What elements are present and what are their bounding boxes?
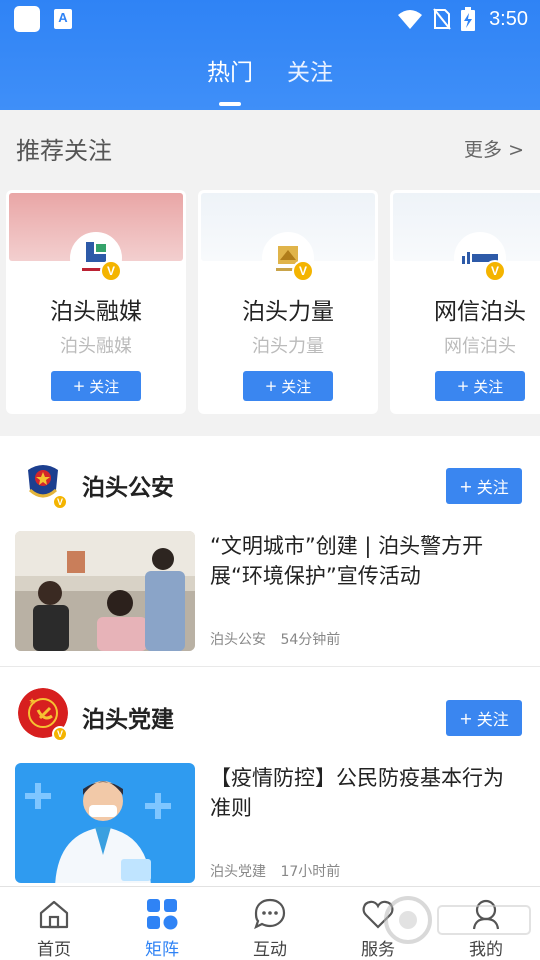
follow-button-label: 关注	[281, 377, 312, 396]
article-title: “文明城市”创建 | 泊头警方开展“环境保护”宣传活动	[210, 534, 484, 588]
article-source: 泊头公安	[210, 632, 266, 648]
verified-badge: V	[52, 726, 68, 742]
article-thumbnail	[15, 531, 195, 651]
card-subtitle: 泊头融媒	[60, 336, 132, 357]
feed: V 泊头公安 + 关注 “文明城市”创建 | 泊头警方开展“环境保护”宣传活动	[0, 436, 540, 886]
plus-icon: +	[459, 708, 473, 728]
more-link[interactable]: 更多 >	[464, 135, 524, 162]
follow-button[interactable]: + 关注	[435, 371, 525, 401]
plus-icon: +	[456, 377, 470, 395]
nav-home-label: 首页	[37, 940, 71, 960]
nav-matrix[interactable]: 矩阵	[108, 887, 216, 960]
grid-icon	[147, 899, 178, 930]
follow-button[interactable]: + 关注	[243, 371, 333, 401]
status-indicators: 3:50	[397, 0, 528, 38]
app-header: A 3:50 热门 关注	[0, 0, 540, 110]
verified-badge: V	[292, 260, 314, 282]
article-title: 【疫情防控】公民防疫基本行为准则	[210, 766, 504, 820]
article-thumbnail	[15, 763, 195, 883]
card-subtitle: 网信泊头	[444, 336, 516, 357]
article-time: 54分钟前	[280, 632, 341, 648]
nav-matrix-label: 矩阵	[145, 940, 179, 960]
account-name[interactable]: 泊头党建	[82, 700, 174, 734]
no-sim-icon	[433, 8, 451, 30]
notification-font-icon: A	[54, 9, 72, 29]
article-item[interactable]: 【疫情防控】公民防疫基本行为准则 泊头党建 17小时前	[0, 763, 540, 887]
card-name: 网信泊头	[434, 299, 526, 325]
card-subtitle: 泊头力量	[252, 336, 324, 357]
follow-button-label: 关注	[476, 478, 509, 497]
plus-icon: +	[72, 377, 86, 395]
nav-interact-label: 互动	[253, 940, 287, 960]
wifi-icon	[398, 10, 423, 29]
battery-charging-icon	[461, 7, 476, 31]
follow-button[interactable]: + 关注	[51, 371, 141, 401]
follow-button-label: 关注	[89, 377, 120, 396]
status-bar: A 3:50	[0, 0, 540, 38]
feed-account-header: V 泊头党建 + 关注	[0, 678, 540, 742]
article-meta: 泊头党建 17小时前	[210, 861, 340, 881]
verified-badge: V	[100, 260, 122, 282]
clock: 3:50	[489, 7, 528, 30]
recommend-card[interactable]: V 泊头力量 泊头力量 + 关注	[198, 190, 378, 414]
article-source: 泊头党建	[210, 864, 266, 880]
follow-button-label: 关注	[473, 377, 504, 396]
follow-button[interactable]: + 关注	[446, 700, 522, 736]
recommend-cards: V 泊头融媒 泊头融媒 + 关注 V 泊头力量 泊头力量 + 关注 V 网信泊头…	[6, 190, 540, 414]
divider	[0, 666, 540, 667]
card-name: 泊头融媒	[50, 299, 142, 325]
verified-badge: V	[484, 260, 506, 282]
article-item[interactable]: “文明城市”创建 | 泊头警方开展“环境保护”宣传活动 泊头公安 54分钟前	[0, 531, 540, 655]
plus-icon: +	[459, 476, 473, 496]
article-meta: 泊头公安 54分钟前	[210, 629, 340, 649]
follow-button[interactable]: + 关注	[446, 468, 522, 504]
feed-account-header: V 泊头公安 + 关注	[0, 446, 540, 510]
recommend-card[interactable]: V 网信泊头 网信泊头 + 关注	[390, 190, 540, 414]
account-name[interactable]: 泊头公安	[82, 468, 174, 502]
watermark-logo	[384, 896, 531, 944]
notification-app-icon	[14, 6, 40, 32]
top-tabs: 热门 关注	[0, 56, 540, 96]
verified-badge: V	[52, 494, 68, 510]
chat-icon	[254, 898, 286, 930]
recommend-card[interactable]: V 泊头融媒 泊头融媒 + 关注	[6, 190, 186, 414]
recommend-title: 推荐关注	[16, 137, 112, 165]
article-time: 17小时前	[280, 864, 341, 880]
nav-home[interactable]: 首页	[0, 887, 108, 960]
tab-hot[interactable]: 热门	[207, 56, 253, 96]
home-icon	[39, 900, 69, 929]
plus-icon: +	[264, 377, 278, 395]
nav-interact[interactable]: 互动	[216, 887, 324, 960]
follow-button-label: 关注	[476, 710, 509, 729]
tab-follow[interactable]: 关注	[287, 56, 333, 96]
card-name: 泊头力量	[242, 299, 334, 325]
